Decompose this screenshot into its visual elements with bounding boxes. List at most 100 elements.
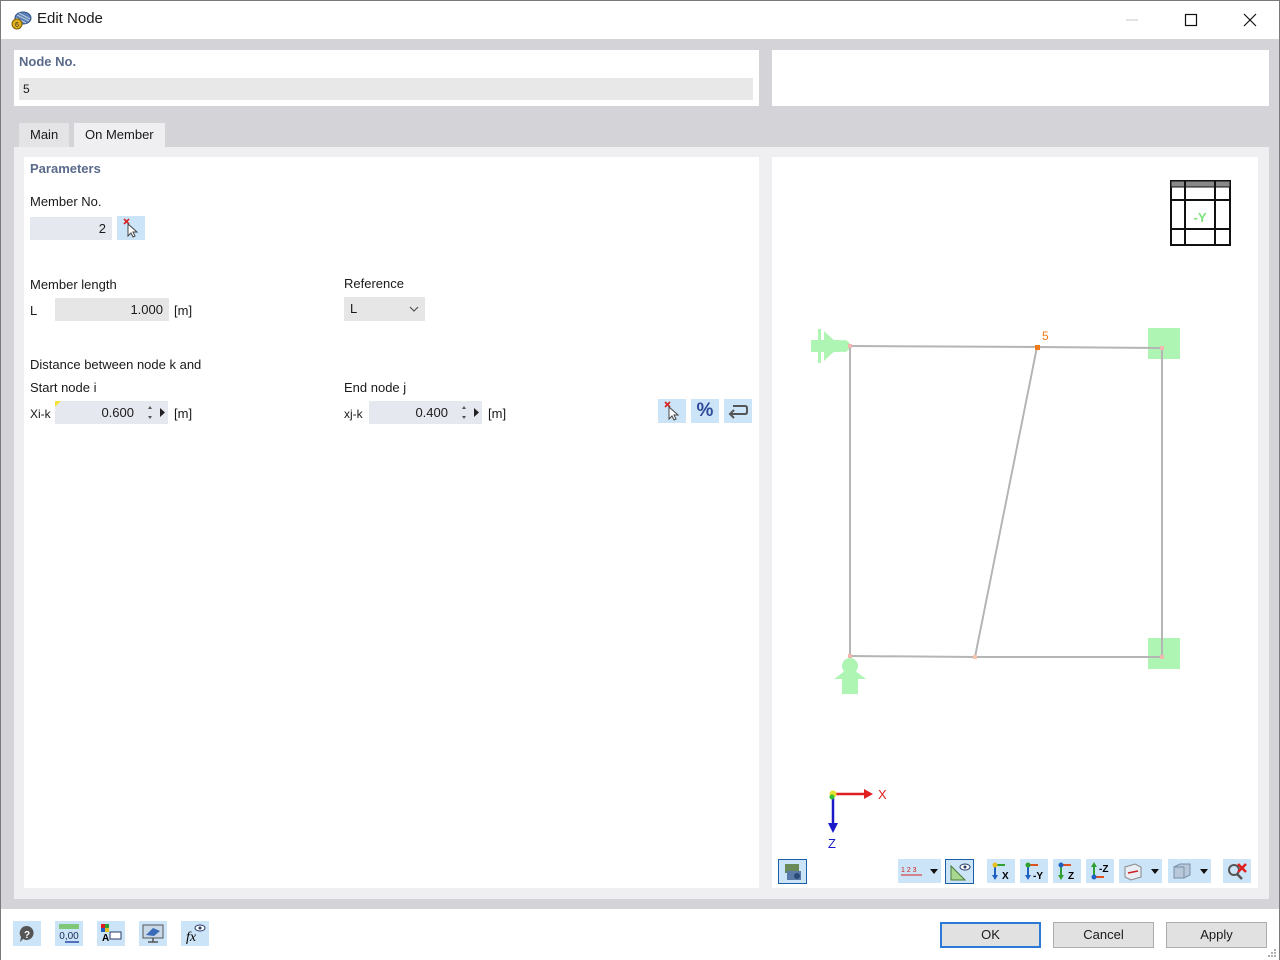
node-2[interactable]: [1160, 346, 1164, 350]
support-hinged-left: [811, 329, 850, 363]
tab-on-member[interactable]: On Member: [74, 123, 165, 147]
view-z-button[interactable]: Z: [1053, 859, 1081, 883]
axis-indicator: X Z: [828, 787, 887, 851]
axis-z-label: Z: [828, 836, 836, 851]
display-model-icon: [1173, 863, 1190, 879]
view-x-button[interactable]: X: [987, 859, 1015, 883]
close-icon: [1243, 13, 1257, 27]
section-view-icon: [1124, 863, 1141, 881]
end-node-distance-value: 0.400: [415, 405, 448, 420]
member-no-label: Member No.: [30, 194, 102, 209]
reverse-direction-button[interactable]: [724, 399, 752, 423]
visibility-button[interactable]: [945, 859, 974, 884]
node-5-selected[interactable]: [1035, 345, 1040, 350]
numbering-dropdown[interactable]: 1 2 3: [898, 859, 941, 883]
end-node-unit: [m]: [488, 406, 507, 421]
zoom-reset-button[interactable]: [1223, 859, 1251, 883]
start-node-distance-field[interactable]: 0.600: [55, 401, 168, 424]
view-minus-z-button[interactable]: -Z: [1086, 859, 1114, 883]
svg-text:1 2 3: 1 2 3: [901, 867, 917, 874]
member-length-field: 1.000: [55, 298, 169, 321]
window-title: Edit Node: [37, 10, 103, 27]
parameters-panel: Parameters Member No. 2 Member length L …: [24, 157, 759, 888]
member-length-unit: [m]: [174, 303, 193, 318]
node-1[interactable]: [848, 344, 852, 348]
svg-text:6: 6: [15, 22, 19, 29]
pick-point-button[interactable]: [658, 399, 686, 423]
view-z-icon: Z: [1058, 862, 1074, 881]
member-length-label: Member length: [30, 277, 117, 292]
support-fixed-top-right: [1148, 328, 1180, 359]
percent-icon: %: [696, 400, 714, 421]
axis-x-label: X: [878, 787, 887, 802]
svg-text:fx: fx: [186, 930, 197, 945]
view-x-icon: X: [992, 862, 1009, 881]
tab-main[interactable]: Main: [19, 123, 70, 147]
node-number-field[interactable]: 5: [19, 78, 753, 100]
svg-text:Z: Z: [1068, 871, 1074, 881]
reference-dropdown[interactable]: L: [344, 297, 425, 321]
help-button[interactable]: ?: [13, 921, 41, 946]
minimize-button[interactable]: [1103, 1, 1161, 39]
svg-text:X: X: [1002, 871, 1009, 881]
graphic-view[interactable]: -Y 5 X Z 1 2 3 X -Y Z -Z: [772, 157, 1258, 888]
member-bottom-left[interactable]: [849, 655, 976, 658]
spin-buttons[interactable]: [454, 401, 482, 424]
text-style-button[interactable]: A: [97, 921, 125, 946]
member-top-right[interactable]: [1036, 346, 1163, 349]
end-node-distance-field[interactable]: 0.400: [369, 401, 482, 424]
pick-member-button[interactable]: [117, 216, 145, 240]
edit-node-dialog: 6 Edit Node Node No. 5 Main On Member Pa…: [0, 0, 1280, 960]
node-4[interactable]: [1160, 655, 1164, 659]
support-fixed-bottom-right: [1148, 638, 1180, 669]
reference-value: L: [350, 301, 358, 316]
render-view-button[interactable]: [778, 859, 807, 884]
member-diagonal[interactable]: [974, 346, 1038, 658]
info-panel: [772, 50, 1269, 106]
pick-member-cursor-icon: [123, 218, 139, 238]
node-5-label: 5: [1042, 329, 1049, 343]
text-style-icon: A: [101, 923, 122, 944]
display-view-button[interactable]: [139, 921, 167, 946]
formula-icon: fx: [186, 924, 206, 945]
display-model-dropdown[interactable]: [1168, 859, 1211, 883]
view-minus-z-icon: -Z: [1091, 862, 1108, 880]
start-node-unit: [m]: [174, 406, 193, 421]
close-button[interactable]: [1221, 1, 1279, 39]
numbering-icon: 1 2 3: [900, 867, 922, 876]
units-button[interactable]: 0,00: [55, 921, 83, 946]
maximize-icon: [1184, 13, 1198, 27]
ok-button[interactable]: OK: [940, 922, 1041, 948]
view-cube[interactable]: -Y: [1170, 180, 1231, 246]
formula-button[interactable]: fx: [181, 921, 209, 946]
reverse-direction-icon: [728, 405, 748, 419]
start-node-symbol: Xi-k: [30, 407, 51, 421]
percent-button[interactable]: %: [691, 399, 719, 423]
support-hinged-bottom: [834, 658, 866, 694]
spin-buttons[interactable]: [140, 401, 168, 424]
start-node-label: Start node i: [30, 380, 97, 395]
view-minus-y-button[interactable]: -Y: [1020, 859, 1048, 883]
chevron-down-icon: [1150, 869, 1159, 874]
node-6[interactable]: [973, 655, 977, 659]
maximize-button[interactable]: [1162, 1, 1220, 39]
apply-button[interactable]: Apply: [1166, 922, 1267, 948]
parameters-title: Parameters: [30, 161, 101, 176]
svg-text:-Y: -Y: [1033, 871, 1043, 881]
zoom-reset-icon: [1228, 863, 1247, 880]
cancel-button[interactable]: Cancel: [1053, 922, 1154, 948]
modified-marker: [55, 401, 61, 407]
member-length-symbol: L: [30, 303, 38, 318]
view-minus-y-icon: -Y: [1025, 862, 1043, 881]
svg-text:0,00: 0,00: [59, 931, 79, 942]
resize-grip-icon[interactable]: [1267, 948, 1277, 958]
title-bar: 6 Edit Node: [1, 1, 1279, 39]
rfem-node-icon: 6: [11, 11, 32, 30]
node-3[interactable]: [848, 654, 852, 658]
member-top-left[interactable]: [849, 345, 1038, 348]
units-icon: 0,00: [59, 923, 79, 943]
member-no-field[interactable]: 2: [30, 217, 112, 240]
pick-point-cursor-icon: [664, 401, 680, 421]
section-view-dropdown[interactable]: [1119, 859, 1162, 883]
model-canvas[interactable]: -Y 5 X Z: [772, 157, 1258, 888]
